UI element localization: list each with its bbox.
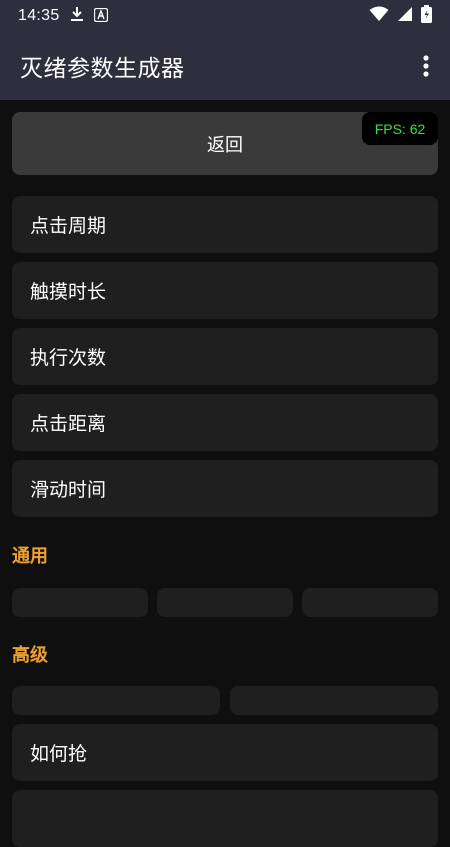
menu-item-click-period[interactable]: 点击周期 <box>12 196 438 253</box>
section-header-general: 通用 <box>12 546 48 567</box>
more-vert-icon <box>423 55 429 77</box>
menu-item-how-to-grab[interactable]: 如何抢 <box>12 724 438 781</box>
menu-item-swipe-time[interactable]: 滑动时间 <box>12 460 438 517</box>
app-title: 灭绪参数生成器 <box>20 56 185 82</box>
app-bar: 灭绪参数生成器 <box>0 32 450 100</box>
advanced-chip-1[interactable] <box>12 686 220 715</box>
fps-counter: FPS: 62 <box>362 112 438 145</box>
content: 返回 FPS: 62 点击周期 触摸时长 执行次数 点击距离 滑动时间 通用 高… <box>0 100 450 847</box>
advanced-chip-2[interactable] <box>230 686 438 715</box>
general-chip-1[interactable] <box>12 588 148 617</box>
status-time: 14:35 <box>18 7 60 24</box>
status-bar: 14:35 <box>0 0 450 32</box>
status-left: 14:35 <box>18 6 108 26</box>
menu-item-click-distance[interactable]: 点击距离 <box>12 394 438 451</box>
battery-icon <box>421 5 432 27</box>
general-chip-3[interactable] <box>302 588 438 617</box>
menu-item-touch-duration[interactable]: 触摸时长 <box>12 262 438 319</box>
section-header-advanced: 高级 <box>12 645 48 666</box>
a-badge-icon <box>93 7 108 26</box>
signal-icon <box>397 6 413 26</box>
status-right <box>369 5 432 27</box>
menu-item-partial[interactable] <box>12 790 438 847</box>
overflow-menu-button[interactable] <box>414 46 438 86</box>
menu-item-execution-count[interactable]: 执行次数 <box>12 328 438 385</box>
wifi-icon <box>369 6 389 26</box>
general-chip-2[interactable] <box>157 588 293 617</box>
download-icon <box>70 6 84 26</box>
